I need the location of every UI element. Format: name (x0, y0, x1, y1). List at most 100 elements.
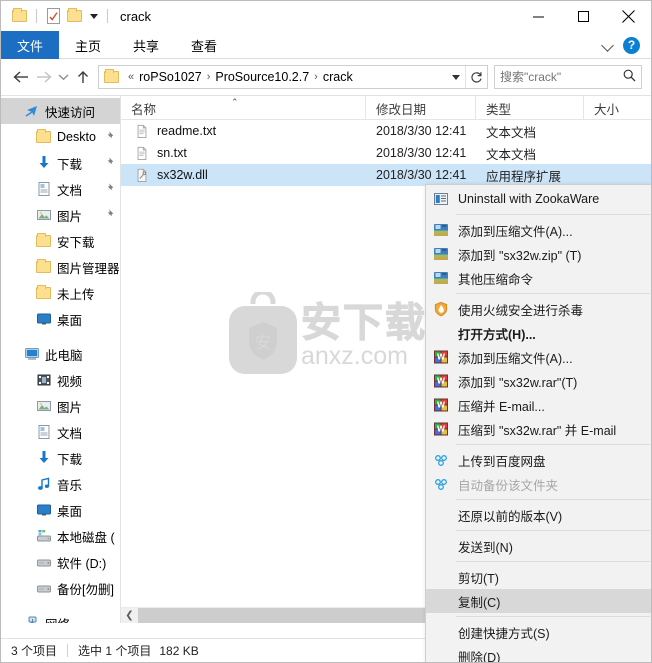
help-icon[interactable]: ? (623, 36, 640, 54)
sidebar-item-4[interactable]: 图片 (1, 202, 120, 228)
sidebar-item-14[interactable]: 下载 (1, 445, 120, 471)
pin-icon[interactable] (105, 156, 116, 170)
sidebar-item-label: Deskto (57, 130, 96, 144)
sidebar-item-17[interactable]: 本地磁盘 ( (1, 523, 120, 549)
download-icon (35, 450, 52, 467)
cell-date: 2018/3/30 12:41 (376, 124, 467, 138)
column-header-size[interactable]: 大小 (584, 96, 644, 120)
recent-locations-icon[interactable] (54, 65, 72, 89)
menu-item-10[interactable]: W 压缩并 E-mail... (426, 393, 651, 417)
search-input[interactable] (500, 70, 623, 84)
menu-item-16[interactable]: 还原以前的版本(V) (426, 503, 651, 527)
menu-item-21[interactable]: 复制(C) (426, 589, 651, 613)
search-box[interactable] (494, 65, 642, 89)
sidebar-item-13[interactable]: 文档 (1, 419, 120, 445)
menu-item-label: 创建快捷方式(S) (458, 626, 550, 641)
sidebar-item-label: 备份[勿删] (57, 582, 114, 597)
refresh-icon[interactable] (465, 66, 487, 88)
sidebar-item-label: 未上传 (57, 287, 95, 302)
menu-item-8[interactable]: W 添加到压缩文件(A)... (426, 345, 651, 369)
svg-text:W: W (437, 401, 446, 410)
forward-arrow-icon[interactable] (32, 65, 54, 89)
cell-type: 文本文档 (486, 147, 537, 162)
file-rows: readme.txt 2018/3/30 12:41 文本文档 sn.txt 2018/… (121, 120, 651, 186)
new-folder-icon[interactable] (64, 5, 86, 27)
sidebar-item-3[interactable]: 文档 (1, 176, 120, 202)
pin-icon[interactable] (105, 182, 116, 196)
sidebar-item-label: 下载 (57, 452, 83, 467)
sidebar-item-8[interactable]: 桌面 (1, 306, 120, 332)
properties-icon[interactable] (42, 5, 64, 27)
sidebar-item-16[interactable]: 桌面 (1, 497, 120, 523)
cell-type: 应用程序扩展 (486, 169, 562, 184)
menu-item-3[interactable]: 添加到 "sx32w.zip" (T) (426, 242, 651, 266)
pin-icon[interactable] (105, 130, 116, 144)
tab-view[interactable]: 查看 (175, 31, 233, 59)
menu-item-0[interactable]: Uninstall with ZookaWare (426, 187, 651, 211)
sidebar-item-0[interactable]: 快速访问 (1, 98, 120, 124)
breadcrumb-bar[interactable]: « roPSo1027 › ProSource10.2.7 › crack (98, 65, 488, 89)
sidebar-item-15[interactable]: 音乐 (1, 471, 120, 497)
divider (67, 644, 69, 657)
up-arrow-icon[interactable] (72, 65, 94, 89)
cell-name: readme.txt (121, 120, 366, 142)
menu-item-2[interactable]: 添加到压缩文件(A)... (426, 218, 651, 242)
sidebar-item-18[interactable]: 软件 (D:) (1, 549, 120, 575)
context-menu[interactable]: Uninstall with ZookaWare 添加到压缩文件(A)... 添加到… (425, 184, 651, 663)
menu-item-6[interactable]: 使用火绒安全进行杀毒 (426, 297, 651, 321)
menu-item-23[interactable]: 创建快捷方式(S) (426, 620, 651, 644)
menu-item-24[interactable]: 删除(D) (426, 644, 651, 663)
search-icon[interactable] (623, 69, 636, 85)
breadcrumb-item-0[interactable]: roPSo1027 (137, 70, 204, 84)
breadcrumb-overflow[interactable]: « (125, 71, 137, 83)
tab-share[interactable]: 共享 (117, 31, 175, 59)
column-header-type[interactable]: 类型 (476, 96, 584, 120)
chevron-left-icon[interactable]: ❮ (121, 608, 138, 623)
breadcrumb-item-1[interactable]: ProSource10.2.7 (213, 70, 311, 84)
baidu-netdisk-icon (432, 451, 450, 469)
menu-item-7[interactable]: 打开方式(H)... (426, 321, 651, 345)
sidebar-item-6[interactable]: 图片管理器 (1, 254, 120, 280)
menu-item-9[interactable]: W 添加到 "sx32w.rar"(T) (426, 369, 651, 393)
sidebar-item-11[interactable]: 视频 (1, 367, 120, 393)
network-icon (23, 615, 40, 623)
column-header-name[interactable]: 名称 ⌃ (121, 96, 366, 120)
menu-item-20[interactable]: 剪切(T) (426, 565, 651, 589)
sidebar-item-2[interactable]: 下载 (1, 150, 120, 176)
sidebar-item-7[interactable]: 未上传 (1, 280, 120, 306)
minimize-button[interactable] (516, 1, 561, 31)
back-arrow-icon[interactable] (10, 65, 32, 89)
window-controls (516, 1, 651, 31)
maximize-button[interactable] (561, 1, 606, 31)
menu-item-4[interactable]: 其他压缩命令 (426, 266, 651, 290)
chevron-down-icon[interactable] (601, 38, 615, 52)
this-pc-icon (23, 346, 40, 363)
sidebar-item-21[interactable]: 网络 (1, 610, 120, 623)
table-row[interactable]: sx32w.dll 2018/3/30 12:41 应用程序扩展 (121, 164, 651, 186)
pin-icon[interactable] (105, 208, 116, 222)
column-header-date[interactable]: 修改日期 (366, 96, 476, 120)
menu-item-18[interactable]: 发送到(N) (426, 534, 651, 558)
sidebar-item-1[interactable]: Deskto (1, 124, 120, 150)
chevron-down-icon[interactable] (447, 66, 465, 88)
sidebar-item-12[interactable]: 图片 (1, 393, 120, 419)
menu-item-14[interactable]: 自动备份该文件夹 (426, 472, 651, 496)
table-row[interactable]: readme.txt 2018/3/30 12:41 文本文档 (121, 120, 651, 142)
archive-blue-icon (432, 221, 450, 239)
close-button[interactable] (606, 1, 651, 31)
table-row[interactable]: sn.txt 2018/3/30 12:41 文本文档 (121, 142, 651, 164)
menu-item-13[interactable]: 上传到百度网盘 (426, 448, 651, 472)
tab-home[interactable]: 主页 (59, 31, 117, 59)
sidebar-item-label: 视频 (57, 374, 83, 389)
breadcrumb-item-2[interactable]: crack (321, 70, 355, 84)
tab-file[interactable]: 文件 (1, 31, 60, 59)
svg-text:W: W (437, 377, 446, 386)
column-label: 名称 (131, 102, 157, 117)
menu-item-11[interactable]: W 压缩到 "sx32w.rar" 并 E-mail (426, 417, 651, 441)
sidebar-item-10[interactable]: 此电脑 (1, 341, 120, 367)
sidebar-item-5[interactable]: 安下载 (1, 228, 120, 254)
navigation-pane[interactable]: 快速访问 Deskto 下载 文档 图片 安下载 图片管理器 未上传 桌面 此电脑 视频 图片 文档 下载… (1, 96, 121, 623)
sidebar-item-19[interactable]: 备份[勿删] (1, 575, 120, 601)
folder-icon[interactable] (9, 5, 31, 27)
customize-caret-icon[interactable] (86, 6, 102, 26)
